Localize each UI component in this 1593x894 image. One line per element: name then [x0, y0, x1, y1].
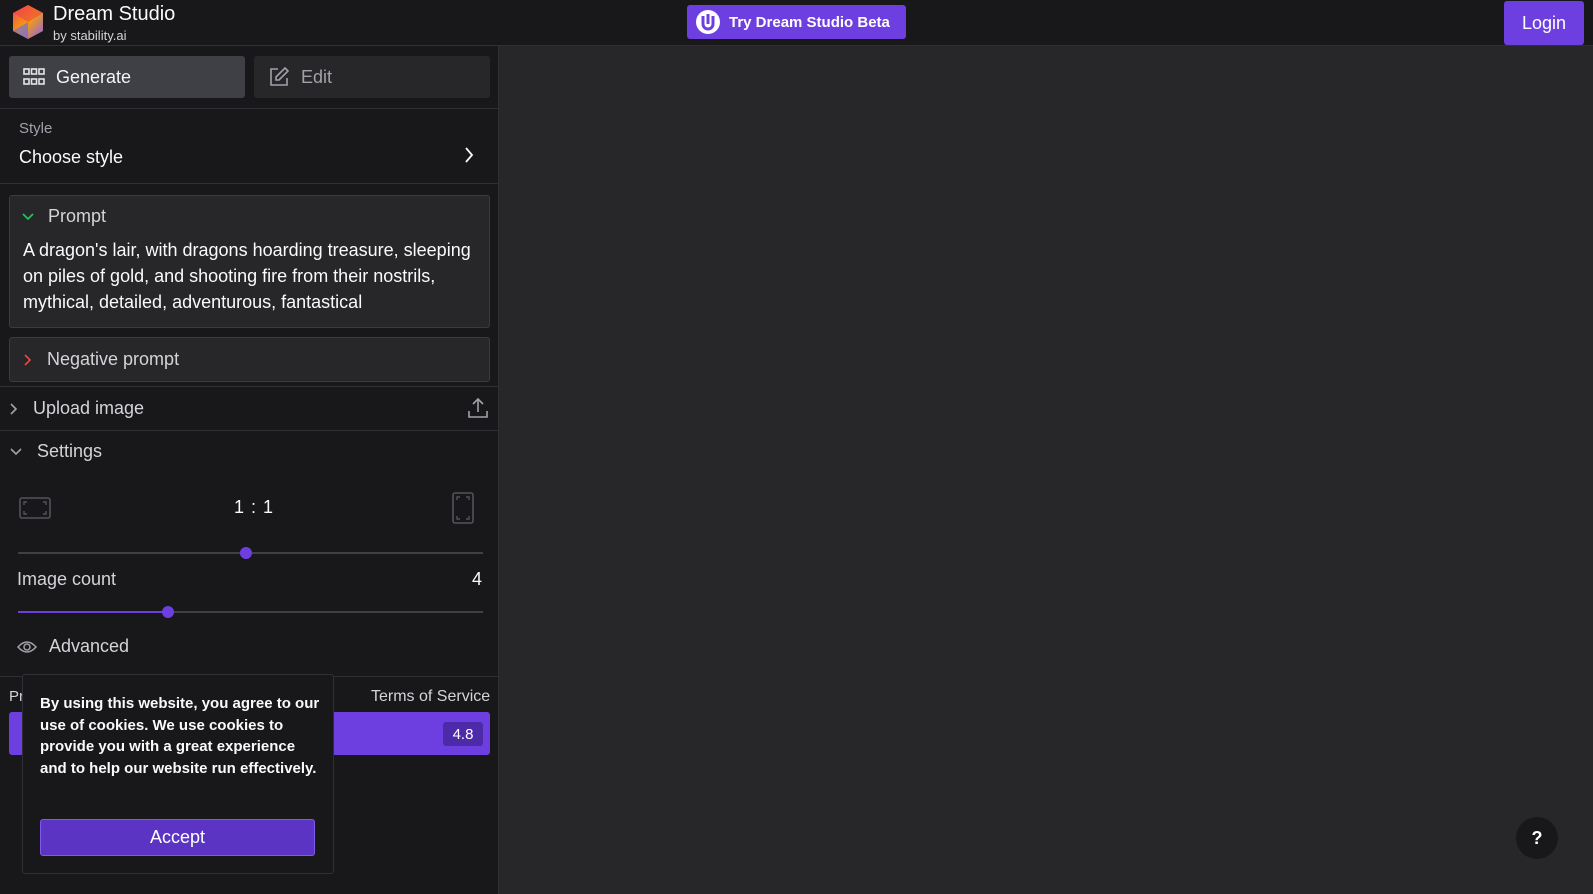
chevron-right-icon [24, 353, 32, 366]
image-count-slider[interactable] [18, 606, 483, 618]
help-button[interactable]: ? [1516, 817, 1558, 859]
settings-toggle[interactable]: Settings [10, 441, 102, 462]
prompt-toggle[interactable]: Prompt [22, 206, 106, 227]
negative-prompt-panel[interactable]: Negative prompt [9, 337, 490, 382]
prompt-panel: Prompt A dragon's lair, with dragons hoa… [9, 195, 490, 328]
chevron-down-icon [10, 447, 22, 455]
image-count-slider-fill [18, 611, 169, 613]
try-beta-label: Try Dream Studio Beta [729, 13, 890, 31]
try-beta-button[interactable]: Try Dream Studio Beta [687, 5, 906, 39]
brand-title: Dream Studio [53, 3, 176, 25]
chevron-right-icon[interactable] [464, 146, 474, 164]
tab-generate-label: Generate [56, 66, 132, 87]
divider [0, 108, 499, 109]
divider [0, 183, 499, 184]
portrait-aspect-icon[interactable] [452, 492, 474, 524]
advanced-label: Advanced [49, 636, 130, 656]
chevron-right-icon [10, 402, 18, 415]
prompt-input[interactable]: A dragon's lair, with dragons hoarding t… [23, 237, 478, 315]
advanced-toggle[interactable]: Advanced [17, 636, 129, 657]
style-label: Style [19, 120, 53, 137]
image-count-slider-thumb[interactable] [162, 606, 175, 618]
landscape-aspect-icon[interactable] [19, 497, 51, 519]
tab-edit[interactable]: Edit [254, 56, 490, 98]
chevron-down-icon [22, 212, 34, 220]
aspect-ratio-value: 1 : 1 [234, 497, 275, 517]
eye-icon [17, 640, 37, 653]
credit-cost-badge: 4.8 [443, 722, 483, 746]
cookie-message: By using this website, you agree to our … [40, 695, 320, 777]
tab-edit-label: Edit [301, 66, 333, 87]
edit-icon [270, 66, 290, 86]
aspect-ratio-slider[interactable] [18, 547, 483, 559]
divider [0, 386, 499, 387]
negative-prompt-toggle[interactable]: Negative prompt [24, 349, 179, 370]
top-bar: Dream Studio by stability.ai Try Dream S… [0, 0, 1593, 46]
dream-studio-logo [13, 5, 43, 39]
image-count-value: 4 [472, 569, 483, 589]
login-button[interactable]: Login [1504, 1, 1584, 45]
accept-cookies-button[interactable]: Accept [40, 819, 315, 856]
style-selector[interactable]: Choose style [19, 147, 123, 168]
brand-subtitle: by stability.ai [53, 28, 127, 43]
prompt-heading: Prompt [48, 206, 107, 226]
upload-icon[interactable] [467, 397, 489, 419]
negative-prompt-heading: Negative prompt [47, 349, 180, 369]
grid-icon [23, 68, 45, 85]
terms-of-service-link[interactable]: Terms of Service [371, 688, 490, 706]
image-count-label: Image count [17, 569, 117, 589]
aspect-slider-thumb[interactable] [239, 547, 252, 559]
upload-image-label: Upload image [33, 398, 145, 418]
tab-generate[interactable]: Generate [9, 56, 245, 98]
cookie-banner: By using this website, you agree to our … [22, 674, 334, 874]
upload-image-toggle[interactable]: Upload image [10, 398, 144, 419]
divider [0, 430, 499, 431]
settings-heading: Settings [37, 441, 103, 461]
stability-icon [696, 10, 720, 34]
